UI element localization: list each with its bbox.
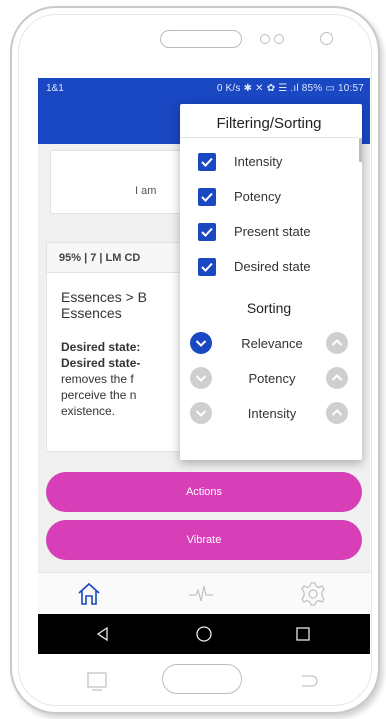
status-indicators: 0 K/s ✱ ✕ ✿ ☰ .ıl 85% ▭ 10:57 <box>216 83 364 94</box>
popup-scrollbar[interactable] <box>359 138 362 162</box>
bottom-navigation <box>38 572 370 614</box>
sorting-title: Sorting <box>246 300 292 316</box>
description-line-3: removes the f <box>61 372 134 386</box>
filter-label: Present state <box>234 224 311 239</box>
chevron-up-icon[interactable] <box>326 402 348 424</box>
filter-label: Potency <box>234 189 281 204</box>
chevron-up-icon[interactable] <box>326 332 348 354</box>
intention-text: I am <box>135 185 157 197</box>
sort-relevance[interactable]: Relevance <box>180 328 358 356</box>
proximity-sensor <box>260 34 270 44</box>
sort-label: Relevance <box>241 336 303 351</box>
pulse-icon[interactable] <box>188 581 214 607</box>
filter-sort-popup: Filtering/Sorting Intensity Potency Pres… <box>180 104 362 460</box>
filter-label: Intensity <box>234 154 283 169</box>
carrier-label: 1&1 <box>46 83 64 94</box>
back-triangle-icon[interactable] <box>94 625 112 643</box>
checkbox-checked-icon[interactable] <box>198 153 216 171</box>
filter-label: Desired state <box>234 259 311 274</box>
sort-label: Potency <box>248 371 296 386</box>
vibrate-button[interactable]: Vibrate <box>46 520 362 560</box>
chevron-down-icon[interactable] <box>190 332 212 354</box>
filter-desired-state[interactable]: Desired state <box>180 253 358 281</box>
recent-square-icon[interactable] <box>294 625 312 643</box>
description-line-5: existence. <box>61 404 116 418</box>
hardware-home-button[interactable] <box>162 664 242 694</box>
filter-intensity[interactable]: Intensity <box>180 148 358 176</box>
checkbox-checked-icon[interactable] <box>198 188 216 206</box>
earpiece-speaker <box>160 30 242 48</box>
hardware-back-icon[interactable] <box>296 670 322 692</box>
chevron-down-icon[interactable] <box>190 367 212 389</box>
sort-potency[interactable]: Potency <box>180 363 358 391</box>
sort-label: Intensity <box>247 406 297 421</box>
checkbox-checked-icon[interactable] <box>198 258 216 276</box>
actions-button[interactable]: Actions <box>46 472 362 512</box>
description-line-4: perceive the n <box>61 388 137 402</box>
filter-present-state[interactable]: Present state <box>180 218 358 246</box>
system-navigation-bar <box>38 614 370 654</box>
home-circle-icon[interactable] <box>195 625 213 643</box>
home-icon[interactable] <box>76 581 102 607</box>
result-description: Desired state: Desired state- removes th… <box>61 339 161 419</box>
light-sensor <box>274 34 284 44</box>
front-camera <box>320 32 333 45</box>
result-breadcrumb: Essences > B Essences <box>61 289 181 321</box>
sort-intensity[interactable]: Intensity <box>180 398 358 426</box>
chevron-down-icon[interactable] <box>190 402 212 424</box>
breadcrumb-text: Essences > B Essences <box>61 289 147 321</box>
checkbox-checked-icon[interactable] <box>198 223 216 241</box>
desired-state-label-2: Desired state- <box>61 356 141 370</box>
desired-state-label: Desired state: <box>61 340 141 354</box>
hardware-recent-icon[interactable] <box>84 670 110 692</box>
status-bar: 1&1 0 K/s ✱ ✕ ✿ ☰ .ıl 85% ▭ 10:57 <box>38 78 370 100</box>
popup-title: Filtering/Sorting <box>180 104 358 138</box>
gear-icon[interactable] <box>300 581 326 607</box>
phone-screen: 1&1 0 K/s ✱ ✕ ✿ ☰ .ıl 85% ▭ 10:57 I am 9… <box>38 78 370 654</box>
filter-potency[interactable]: Potency <box>180 183 358 211</box>
chevron-up-icon[interactable] <box>326 367 348 389</box>
